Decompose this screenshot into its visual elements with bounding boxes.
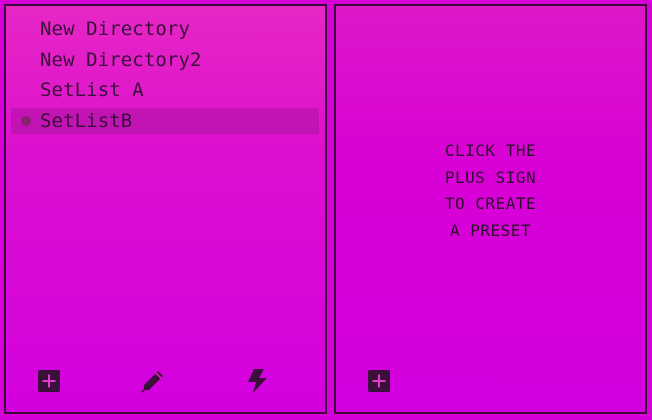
plus-square-icon	[38, 370, 60, 392]
directory-item-label: SetList A	[40, 79, 144, 101]
directory-item-new-directory2[interactable]: New Directory2	[6, 45, 325, 76]
pencil-icon	[141, 371, 163, 393]
directory-item-label: New Directory	[40, 18, 191, 40]
directory-item-setlistb[interactable]: SetListB	[11, 107, 319, 134]
hint-line: TO CREATE	[444, 194, 537, 213]
directory-panel: New Directory New Directory2 SetList A S…	[4, 4, 327, 414]
selected-bullet-icon	[21, 115, 31, 126]
hint-line: PLUS SIGN	[444, 167, 537, 187]
directory-item-new-directory[interactable]: New Directory	[6, 14, 325, 45]
directory-item-label: New Directory2	[40, 48, 202, 71]
preset-panel: CLICK THE PLUS SIGN TO CREATE A PRESET	[334, 4, 647, 414]
directory-item-setlist-a[interactable]: SetList A	[6, 75, 325, 106]
hint-line: CLICK THE	[444, 141, 537, 160]
directory-list: New Directory New Directory2 SetList A S…	[6, 14, 325, 134]
hint-line: A PRESET	[449, 220, 532, 240]
directory-item-label: SetListB	[40, 109, 133, 132]
add-directory-button[interactable]	[36, 368, 62, 394]
add-preset-button[interactable]	[366, 368, 392, 394]
rename-directory-button[interactable]	[140, 368, 166, 394]
empty-presets-hint: CLICK THE PLUS SIGN TO CREATE A PRESET	[336, 138, 645, 244]
lightning-bolt-icon	[248, 369, 267, 393]
plus-square-icon	[368, 370, 390, 392]
activate-directory-button[interactable]	[244, 368, 270, 394]
